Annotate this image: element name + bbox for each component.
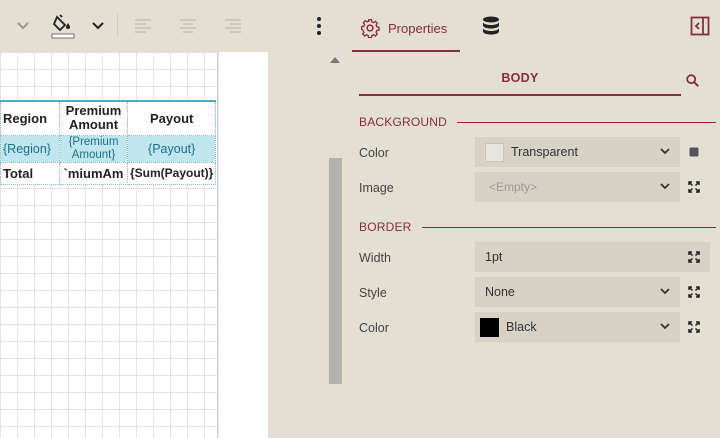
report-table[interactable]: Region Premium Amount Payout {Region} {P…: [0, 100, 217, 185]
tab-data[interactable]: [482, 16, 500, 41]
expand-icon: [688, 181, 700, 193]
section-border-label: BORDER: [359, 220, 412, 234]
tab-properties[interactable]: Properties: [352, 6, 460, 52]
chevron-down-icon: [660, 183, 670, 190]
panel-collapse-icon: [690, 16, 710, 36]
table-cell[interactable]: Region: [0, 100, 60, 136]
align-left-icon: [135, 19, 151, 33]
report-toolbar: [0, 0, 344, 52]
table-header-row[interactable]: Region Premium Amount Payout: [0, 100, 217, 136]
expand-icon: [688, 286, 700, 298]
table-cell[interactable]: Payout: [126, 100, 217, 136]
border-width-value: 1pt: [485, 250, 503, 264]
database-icon: [483, 16, 499, 35]
bg-image-value: <Empty>: [489, 180, 538, 194]
border-width-expand-button[interactable]: [686, 249, 702, 265]
chevron-down-icon: [92, 22, 104, 30]
collapse-panel-button[interactable]: [690, 16, 710, 41]
chevron-down-icon: [660, 148, 670, 155]
align-right-icon: [225, 19, 241, 33]
border-style-select[interactable]: None: [475, 277, 680, 307]
section-border: BORDER: [359, 219, 716, 235]
table-cell[interactable]: {Sum(Payout)}: [126, 161, 217, 185]
table-total-row[interactable]: Total `miumAm {Sum(Payout)}: [0, 161, 217, 185]
table-cell[interactable]: Premium Amount: [59, 100, 128, 136]
section-background: BACKGROUND: [359, 114, 717, 130]
section-background-label: BACKGROUND: [359, 115, 448, 129]
chevron-down-icon: [17, 22, 29, 30]
expand-icon: [688, 321, 700, 333]
table-cell[interactable]: {Premium Amount}: [59, 134, 128, 163]
bg-image-select[interactable]: <Empty>: [475, 172, 680, 202]
canvas-scrollbar[interactable]: [327, 52, 344, 438]
properties-panel: Properties BODY BACKGROUND Color Transpa…: [344, 0, 720, 438]
property-search-button[interactable]: [686, 74, 699, 92]
collapse-chevron-button[interactable]: [12, 10, 34, 42]
table-cell[interactable]: {Payout}: [126, 134, 217, 163]
bg-color-value: Transparent: [511, 145, 578, 159]
scrollbar-thumb[interactable]: [329, 158, 342, 384]
border-style-label: Style: [359, 286, 387, 300]
fill-color-button[interactable]: [50, 10, 76, 42]
chevron-down-icon: [660, 323, 670, 330]
fill-color-dropdown-button[interactable]: [88, 10, 108, 42]
border-color-value: Black: [506, 320, 537, 334]
color-swatch: [485, 142, 504, 162]
chevron-down-icon: [660, 288, 670, 295]
more-options-button[interactable]: [310, 10, 328, 42]
border-width-input[interactable]: 1pt: [475, 242, 710, 272]
table-cell[interactable]: `miumAm: [59, 161, 128, 185]
bg-color-label: Color: [359, 146, 389, 160]
align-center-icon: [180, 19, 196, 33]
border-style-value: None: [485, 285, 515, 299]
more-vertical-icon: [317, 17, 321, 35]
table-cell[interactable]: Total: [0, 161, 60, 185]
align-left-button[interactable]: [132, 10, 154, 42]
section-divider: [457, 121, 717, 123]
report-canvas[interactable]: Region Premium Amount Payout {Region} {P…: [0, 52, 268, 438]
table-cell[interactable]: {Region}: [0, 134, 60, 163]
border-color-select[interactable]: Black: [475, 312, 680, 342]
section-divider: [421, 226, 716, 228]
tab-properties-label: Properties: [388, 20, 448, 36]
bg-image-expand-button[interactable]: [686, 179, 702, 195]
scroll-up-icon[interactable]: [330, 57, 340, 63]
selected-item-title: BODY: [359, 62, 681, 96]
expand-icon: [688, 251, 700, 263]
align-center-button[interactable]: [177, 10, 199, 42]
border-color-label: Color: [359, 321, 389, 335]
border-style-expand-button[interactable]: [686, 284, 702, 300]
border-width-label: Width: [359, 251, 391, 265]
fill-color-icon: [51, 14, 75, 39]
gear-icon: [361, 19, 380, 38]
search-icon: [686, 74, 699, 87]
align-right-button[interactable]: [222, 10, 244, 42]
page-margin: [219, 52, 268, 438]
bg-image-label: Image: [359, 181, 394, 195]
bg-color-reset-button[interactable]: [686, 144, 702, 160]
border-color-expand-button[interactable]: [686, 319, 702, 335]
bg-color-select[interactable]: Transparent: [475, 137, 680, 167]
square-icon: [689, 147, 699, 157]
toolbar-divider: [117, 14, 118, 36]
color-swatch: [480, 317, 499, 337]
table-data-row[interactable]: {Region} {Premium Amount} {Payout}: [0, 134, 217, 163]
